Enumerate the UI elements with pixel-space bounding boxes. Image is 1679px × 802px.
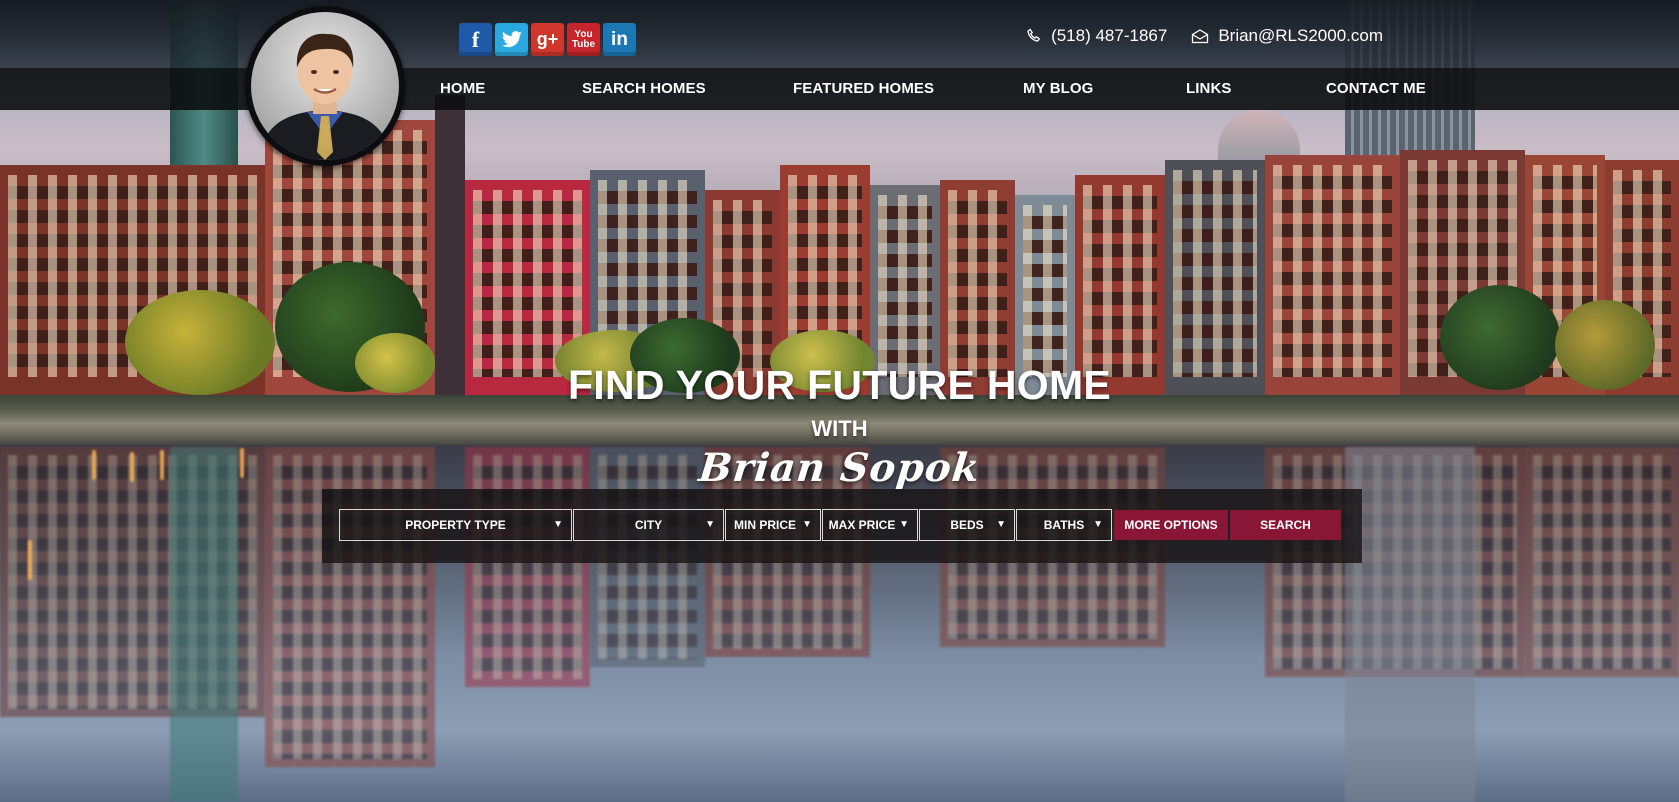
nav-links[interactable]: LINKS [1186,68,1232,110]
phone-icon [1027,28,1041,42]
beds-label: BEDS [950,518,984,532]
reflection [170,447,238,802]
baths-label: BATHS [1043,518,1085,532]
facebook-icon[interactable]: f [459,23,492,56]
social-links: f g+ You Tube in [459,23,636,56]
property-type-select[interactable]: PROPERTY TYPE ▼ [339,509,572,541]
phone-number: (518) 487-1867 [1051,26,1168,45]
twitter-bird-icon [501,30,522,47]
min-price-select[interactable]: MIN PRICE ▼ [725,509,821,541]
reflection [1345,447,1475,802]
agent-photo [251,12,399,160]
dropdown-arrow-icon: ▼ [899,519,909,530]
max-price-select[interactable]: MAX PRICE ▼ [822,509,918,541]
building [1265,155,1400,395]
min-price-label: MIN PRICE [733,518,796,532]
lamp-reflection [28,540,32,580]
search-button[interactable]: SEARCH [1230,510,1341,540]
agent-name: Brian Sopok [696,445,983,491]
baths-select[interactable]: BATHS ▼ [1016,509,1112,541]
twitter-icon[interactable] [495,23,528,56]
hero-subtitle-with: WITH [811,416,868,441]
beds-select[interactable]: BEDS ▼ [919,509,1015,541]
dropdown-arrow-icon: ▼ [1093,519,1103,530]
nav-search-homes[interactable]: SEARCH HOMES [582,68,706,110]
contact-info: (518) 487-1867 Brian@RLS2000.com [1026,26,1383,46]
nav-contact-me[interactable]: CONTACT ME [1326,68,1426,110]
email-link[interactable]: Brian@RLS2000.com [1191,26,1383,46]
agent-avatar [245,6,405,166]
building [435,95,465,395]
building [1165,160,1265,395]
linkedin-icon[interactable]: in [603,23,636,56]
city-label: CITY [634,518,663,532]
dropdown-arrow-icon: ▼ [553,519,563,530]
max-price-label: MAX PRICE [828,518,896,532]
dropdown-arrow-icon: ▼ [705,519,715,530]
phone-link[interactable]: (518) 487-1867 [1026,26,1167,46]
dropdown-arrow-icon: ▼ [996,519,1006,530]
property-type-label: PROPERTY TYPE [405,518,506,532]
email-address: Brian@RLS2000.com [1218,26,1383,45]
dropdown-arrow-icon: ▼ [802,519,812,530]
city-select[interactable]: CITY ▼ [573,509,724,541]
googleplus-icon[interactable]: g+ [531,23,564,56]
nav-my-blog[interactable]: MY BLOG [1023,68,1093,110]
property-search-bar: PROPERTY TYPE ▼ CITY ▼ MIN PRICE ▼ MAX P… [322,489,1362,563]
youtube-icon[interactable]: You Tube [567,23,600,56]
envelope-icon [1192,28,1209,43]
hero-title: FIND YOUR FUTURE HOME [567,362,1112,408]
more-options-button[interactable]: MORE OPTIONS [1114,510,1228,540]
nav-featured-homes[interactable]: FEATURED HOMES [793,68,934,110]
nav-home[interactable]: HOME [440,68,485,110]
